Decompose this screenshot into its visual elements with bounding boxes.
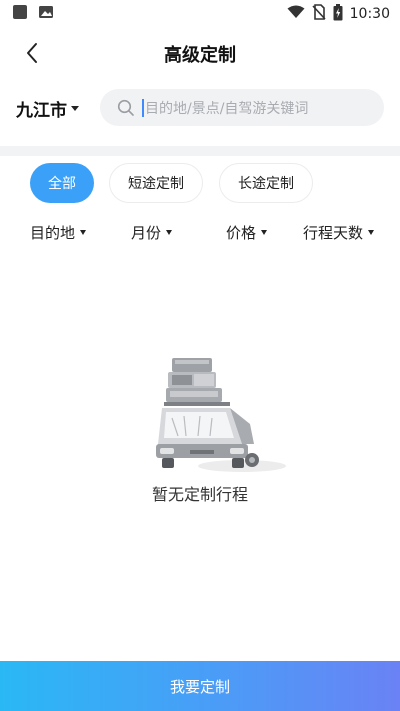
search-placeholder: 目的地/景点/自驾游关键词 xyxy=(145,100,309,117)
city-selector[interactable]: 九江市 xyxy=(16,96,79,121)
back-button[interactable] xyxy=(18,42,46,68)
status-bar: 10:30 xyxy=(0,0,400,28)
filter-label: 行程天数 xyxy=(303,223,364,242)
notification-square-icon xyxy=(12,4,28,24)
filter-destination[interactable]: 目的地 xyxy=(30,218,87,246)
customize-button[interactable]: 我要定制 xyxy=(0,661,400,711)
wifi-icon xyxy=(287,5,305,23)
filter-label: 价格 xyxy=(226,223,257,242)
battery-charging-icon xyxy=(333,3,343,25)
filter-price[interactable]: 价格 xyxy=(226,218,268,246)
status-time: 10:30 xyxy=(349,6,390,22)
filter-trip-days[interactable]: 行程天数 xyxy=(303,218,375,246)
empty-state: 暂无定制行程 xyxy=(0,340,400,520)
tab-all[interactable]: 全部 xyxy=(30,163,94,203)
no-sim-icon xyxy=(312,4,326,24)
chevron-left-icon xyxy=(25,42,39,68)
nav-bar: 高级定制 xyxy=(0,30,400,78)
search-icon xyxy=(116,98,136,118)
text-cursor xyxy=(142,98,144,117)
status-left-icons xyxy=(12,4,54,24)
gallery-icon xyxy=(38,4,54,24)
search-row: 九江市 目的地/景点/自驾游关键词 xyxy=(0,86,400,130)
tab-label: 短途定制 xyxy=(128,176,184,192)
caret-down-icon xyxy=(71,105,79,111)
search-input[interactable]: 目的地/景点/自驾游关键词 xyxy=(100,89,384,126)
caret-down-icon xyxy=(80,229,87,235)
caret-down-icon xyxy=(261,229,268,235)
tab-label: 全部 xyxy=(48,176,76,192)
filter-bar: 目的地 月份 价格 行程天数 xyxy=(0,218,400,246)
filter-label: 月份 xyxy=(131,223,162,242)
status-right-icons: 10:30 xyxy=(287,3,390,25)
filter-month[interactable]: 月份 xyxy=(131,218,173,246)
tab-label: 长途定制 xyxy=(238,176,294,192)
category-tabs: 全部 短途定制 长途定制 xyxy=(0,163,400,207)
tab-short-trip[interactable]: 短途定制 xyxy=(109,163,203,203)
caret-down-icon xyxy=(166,229,173,235)
tab-long-trip[interactable]: 长途定制 xyxy=(219,163,313,203)
caret-down-icon xyxy=(368,229,375,235)
section-divider xyxy=(0,146,400,156)
filter-label: 目的地 xyxy=(30,223,76,242)
customize-button-label: 我要定制 xyxy=(169,677,230,696)
car-with-luggage-illustration xyxy=(150,348,290,478)
page-title: 高级定制 xyxy=(164,45,236,66)
empty-message: 暂无定制行程 xyxy=(151,485,248,504)
city-label: 九江市 xyxy=(16,100,67,121)
